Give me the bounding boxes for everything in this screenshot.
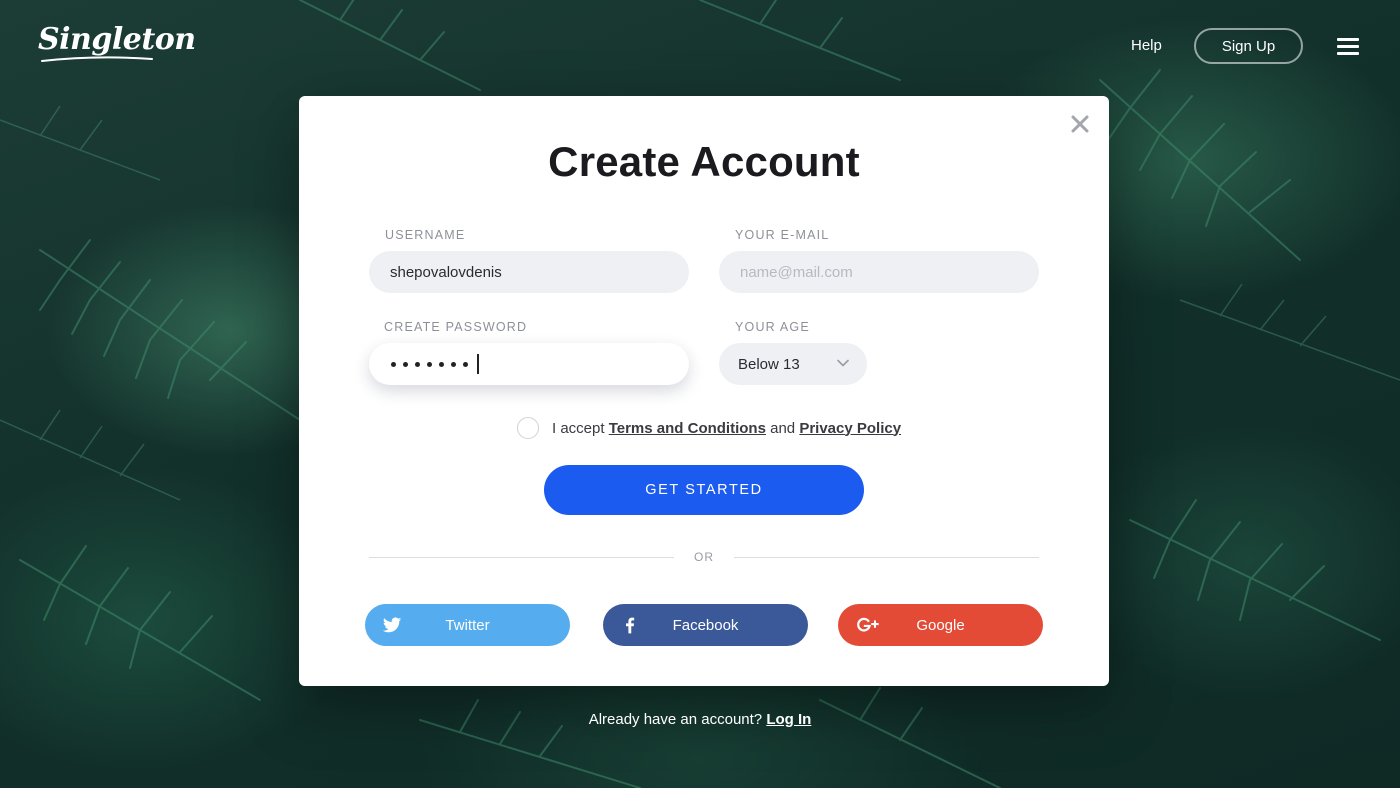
- divider-left: [369, 557, 674, 558]
- google-plus-icon: [857, 617, 879, 632]
- help-link[interactable]: Help: [1131, 37, 1162, 54]
- close-icon[interactable]: [1069, 113, 1091, 135]
- password-input[interactable]: [369, 343, 689, 385]
- chevron-down-icon: [837, 359, 849, 367]
- age-label: YOUR AGE: [735, 320, 810, 334]
- log-in-link[interactable]: Log In: [766, 711, 811, 728]
- google-label: Google: [916, 616, 965, 634]
- login-prompt: Already have an account? Log In: [0, 711, 1400, 728]
- facebook-icon: [626, 617, 635, 634]
- age-selected-value: Below 13: [738, 355, 800, 373]
- username-label: USERNAME: [385, 228, 466, 242]
- sign-up-button[interactable]: Sign Up: [1194, 28, 1303, 64]
- hamburger-menu-icon[interactable]: [1337, 38, 1359, 56]
- twitter-label: Twitter: [445, 616, 490, 634]
- terms-link[interactable]: Terms and Conditions: [609, 420, 766, 437]
- terms-agreement: I accept Terms and Conditions and Privac…: [517, 416, 901, 440]
- agree-middle: and: [770, 419, 796, 437]
- singleton-logo[interactable]: Singleton: [38, 22, 196, 57]
- agree-prefix: I accept: [552, 419, 605, 437]
- privacy-link[interactable]: Privacy Policy: [799, 420, 901, 437]
- modal-title: Create Account: [548, 138, 860, 185]
- divider-right: [734, 557, 1039, 558]
- email-input[interactable]: [719, 251, 1039, 293]
- username-input[interactable]: [369, 251, 689, 293]
- accept-terms-checkbox[interactable]: [517, 417, 539, 439]
- or-separator: OR: [694, 550, 714, 564]
- age-select[interactable]: Below 13: [719, 343, 867, 385]
- logo-swoosh: [41, 56, 153, 62]
- facebook-button[interactable]: Facebook: [603, 604, 808, 646]
- twitter-icon: [382, 617, 402, 633]
- twitter-button[interactable]: Twitter: [365, 604, 570, 646]
- email-label: YOUR E-MAIL: [735, 228, 830, 242]
- login-prompt-text: Already have an account?: [588, 711, 763, 728]
- password-label: CREATE PASSWORD: [384, 320, 528, 334]
- google-button[interactable]: Google: [838, 604, 1043, 646]
- facebook-label: Facebook: [672, 616, 739, 634]
- get-started-button[interactable]: GET STARTED: [544, 465, 864, 515]
- create-account-modal: Create Account USERNAME YOUR E-MAIL CREA…: [299, 96, 1109, 686]
